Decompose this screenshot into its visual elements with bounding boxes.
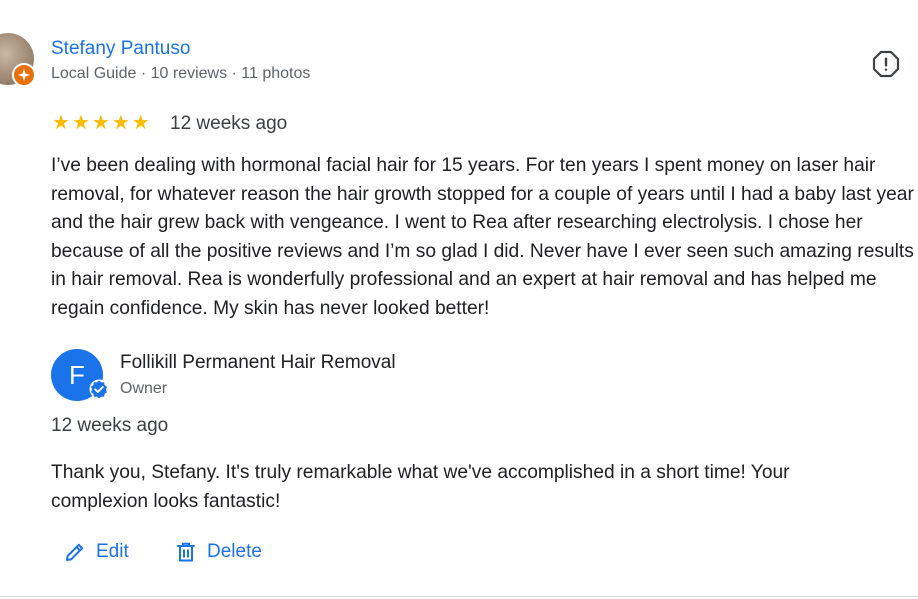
owner-avatar-letter: F — [69, 359, 85, 390]
owner-avatar: F — [51, 349, 109, 401]
star-icon: ★ — [111, 112, 130, 134]
edit-button[interactable]: Edit — [64, 541, 129, 563]
pencil-icon — [66, 543, 84, 561]
divider — [0, 596, 918, 597]
delete-button[interactable]: Delete — [175, 541, 262, 563]
report-flag-button[interactable] — [872, 50, 900, 78]
edit-label: Edit — [96, 541, 129, 562]
local-guide-badge-icon — [12, 63, 36, 87]
delete-label: Delete — [207, 541, 262, 562]
reviewer-name[interactable]: Stefany Pantuso — [51, 37, 190, 61]
review-text: I’ve been dealing with hormonal facial h… — [51, 155, 914, 319]
owner-role: Owner — [120, 380, 168, 397]
star-icon: ★ — [131, 112, 150, 134]
star-icon: ★ — [52, 112, 70, 134]
star-icon: ★ — [91, 112, 110, 134]
review-time: 12 weeks ago — [170, 113, 288, 134]
trash-icon — [177, 542, 195, 562]
verified-check-icon — [89, 379, 109, 399]
reviewer-avatar[interactable] — [0, 33, 36, 87]
star-icon: ★ — [71, 112, 90, 134]
reviewer-meta: Local Guide · 10 reviews · 11 photos — [51, 65, 311, 82]
report-flag-icon — [872, 50, 900, 78]
reply-text: Thank you, Stefany. It's truly remarkabl… — [51, 462, 790, 512]
star-rating: ★ ★ ★ ★ ★ — [52, 112, 150, 134]
reply-time: 12 weeks ago — [51, 415, 169, 436]
owner-name: Follikill Permanent Hair Removal — [120, 352, 396, 373]
